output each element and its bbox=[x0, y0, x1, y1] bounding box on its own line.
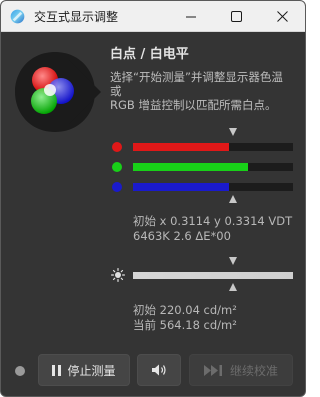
content-area: 白点 / 白电平 选择“开始测量”并调整显示器色温 或 RGB 增益控制以匹配所… bbox=[1, 32, 305, 396]
red-gain-bar bbox=[133, 143, 293, 151]
red-gain-fill bbox=[133, 143, 229, 151]
interactive-display-adjustment-window: 交互式显示调整 白点 / 白电平 选择“开始测量”并调整显示器色温 或 RGB … bbox=[0, 0, 306, 397]
green-channel-dot bbox=[112, 162, 122, 172]
brightness-icon bbox=[111, 268, 125, 282]
pause-icon bbox=[52, 364, 62, 376]
luminance-readout: 初始 220.04 cd/m² 当前 564.18 cd/m² bbox=[133, 303, 237, 332]
skip-forward-icon bbox=[203, 364, 224, 376]
blue-channel-dot bbox=[112, 182, 122, 192]
blue-gain-bar bbox=[133, 183, 293, 191]
sound-toggle-button[interactable] bbox=[137, 354, 181, 386]
window-title: 交互式显示调整 bbox=[34, 10, 119, 24]
blue-gain-fill bbox=[133, 183, 229, 191]
luminance-target-marker-top bbox=[229, 257, 237, 265]
white-point-readout: 初始 x 0.3114 y 0.3314 VDT 6463K 2.6 ΔE*00 bbox=[133, 214, 293, 243]
measurement-status-indicator bbox=[15, 366, 25, 376]
title-bar: 交互式显示调整 bbox=[1, 1, 305, 32]
red-channel-dot bbox=[112, 142, 122, 152]
speaker-icon bbox=[152, 364, 166, 376]
instruction-text: 选择“开始测量”并调整显示器色温 或 RGB 增益控制以匹配所需白点。 bbox=[110, 70, 283, 112]
maximize-icon bbox=[230, 11, 242, 22]
continue-calibration-button[interactable]: 继续校准 bbox=[189, 354, 293, 386]
app-logo-icon bbox=[10, 9, 25, 24]
stop-measurement-button[interactable]: 停止测量 bbox=[38, 354, 130, 386]
close-icon bbox=[276, 11, 288, 22]
close-button[interactable] bbox=[259, 1, 305, 32]
minimize-icon bbox=[186, 16, 196, 17]
rgb-circles-icon bbox=[15, 52, 101, 132]
maximize-button[interactable] bbox=[213, 1, 259, 32]
minimize-button[interactable] bbox=[168, 1, 214, 32]
luminance-bar bbox=[133, 272, 293, 279]
section-heading: 白点 / 白电平 bbox=[110, 47, 189, 62]
green-gain-fill bbox=[133, 163, 249, 171]
luminance-target-marker-bottom bbox=[229, 283, 237, 291]
rgb-target-marker-bottom bbox=[229, 195, 237, 203]
rgb-target-marker-top bbox=[229, 128, 237, 136]
green-gain-bar bbox=[133, 163, 293, 171]
